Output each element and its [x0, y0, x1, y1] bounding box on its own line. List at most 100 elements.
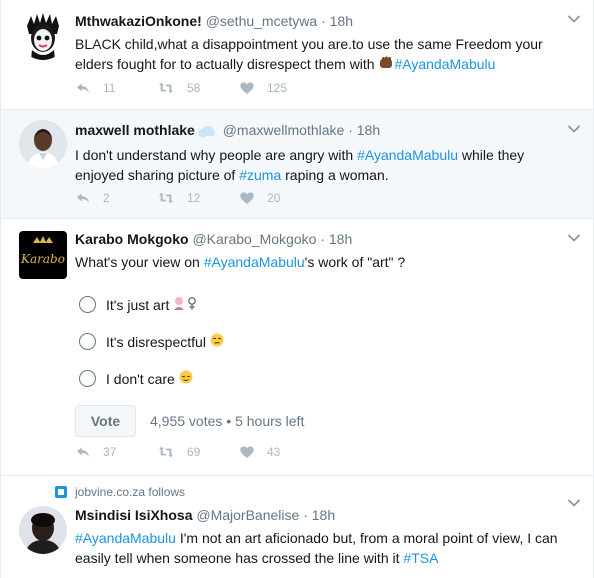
tweet-text-line: easily tell when someone has crossed the… — [75, 548, 563, 568]
poll-option[interactable]: It's just art — [75, 286, 563, 323]
reply-count: 11 — [103, 81, 116, 95]
username[interactable]: @MajorBanelise — [196, 507, 299, 523]
display-name[interactable]: Karabo Mokgoko — [75, 231, 189, 247]
social-context: jobvine.co.za follows — [55, 484, 563, 500]
separator: · — [320, 231, 325, 247]
poll: It's just art It's disrespectful I don't… — [75, 286, 563, 437]
chevron-down-icon[interactable] — [567, 496, 581, 510]
reply-count: 2 — [103, 191, 110, 205]
text-span: I'm not an art aficionado but, from a mo… — [175, 530, 558, 546]
display-name[interactable]: Msindisi IsiXhosa — [75, 507, 192, 523]
cloud-icon — [197, 123, 215, 141]
poll-option-label: It's disrespectful — [106, 333, 206, 350]
hashtag-link[interactable]: #AyandaMabulu — [357, 147, 458, 163]
display-name[interactable]: MthwakaziOnkone! — [75, 13, 202, 29]
tweet-text-line: BLACK child,what a disappointment you ar… — [75, 36, 543, 52]
text-span: enjoyed sharing picture of — [75, 167, 240, 183]
reply-icon — [75, 190, 91, 206]
tweet-text-line: I don't understand why people are angry … — [75, 145, 563, 165]
username[interactable]: @Karabo_Mokgoko — [192, 231, 316, 247]
poll-option[interactable]: It's disrespectful — [75, 323, 563, 360]
tweet-actions: 2 12 20 — [75, 190, 321, 206]
username[interactable]: @sethu_mcetywa — [206, 13, 317, 29]
tweet[interactable]: MthwakaziOnkone! @sethu_mcetywa · 18h BL… — [1, 0, 593, 110]
follows-text[interactable]: jobvine.co.za follows — [75, 485, 185, 499]
avatar-logo-text: Karabo — [20, 252, 65, 266]
tweet-text: What's your view on #AyandaMabulu's work… — [75, 252, 563, 272]
retweet-button[interactable]: 58 — [157, 80, 239, 96]
poll-radio[interactable] — [79, 333, 96, 350]
tweet-text: #AyandaMabulu I'm not an art aficionado … — [75, 528, 563, 568]
separator: · — [321, 13, 326, 29]
tweet-header: Karabo Mokgoko @Karabo_Mokgoko · 18h — [75, 230, 563, 248]
avatar[interactable] — [19, 506, 67, 554]
fist-emoji-icon — [378, 55, 394, 76]
tweet[interactable]: maxwell mothlake @maxwellmothlake · 18h … — [1, 110, 593, 219]
retweet-icon — [157, 190, 175, 206]
site-favicon-icon — [55, 486, 67, 498]
tweet-text-line: #AyandaMabulu I'm not an art aficionado … — [75, 528, 563, 548]
like-count: 43 — [267, 445, 281, 459]
text-span: elders fought for to actually disrespect… — [75, 56, 379, 72]
poll-radio[interactable] — [79, 370, 96, 387]
reply-button[interactable]: 37 — [75, 444, 157, 460]
like-button[interactable]: 43 — [239, 444, 321, 460]
hashtag-link[interactable]: #TSA — [403, 550, 438, 566]
tweet-header: maxwell mothlake @maxwellmothlake · 18h — [75, 121, 563, 141]
bullet-separator: • — [226, 413, 232, 429]
avatar[interactable] — [19, 120, 67, 168]
hashtag-link[interactable]: #zuma — [239, 167, 281, 183]
tweet[interactable]: jobvine.co.za follows Msindisi IsiXhosa … — [1, 476, 593, 578]
retweet-icon — [157, 80, 175, 96]
tweet-text: I don't understand why people are angry … — [75, 145, 563, 185]
person-female-emoji-icon — [173, 296, 199, 313]
hashtag-link[interactable]: #AyandaMabulu — [204, 254, 305, 270]
chevron-down-icon[interactable] — [567, 12, 581, 26]
retweet-count: 69 — [187, 445, 201, 459]
heart-icon — [239, 190, 255, 206]
hashtag-link[interactable]: #AyandaMabulu — [394, 56, 495, 72]
poll-status: 4,955 votes • 5 hours left — [150, 413, 304, 429]
text-span: raping a woman. — [281, 167, 389, 183]
username[interactable]: @maxwellmothlake — [223, 122, 345, 138]
text-span: 's work of "art" ? — [304, 254, 406, 270]
tweet-text: BLACK child,what a disappointment you ar… — [75, 34, 563, 76]
tweet-actions: 11 58 125 — [75, 80, 321, 96]
timestamp[interactable]: 18h — [330, 13, 353, 29]
retweet-icon — [157, 444, 175, 460]
tweet-actions: 37 69 43 — [75, 444, 321, 460]
chevron-down-icon[interactable] — [567, 231, 581, 245]
avatar[interactable]: Karabo — [19, 231, 67, 279]
reply-icon — [75, 444, 91, 460]
reply-button[interactable]: 11 — [75, 80, 157, 96]
vote-button[interactable]: Vote — [75, 405, 136, 437]
chevron-down-icon[interactable] — [567, 122, 581, 136]
poll-option[interactable]: I don't care — [75, 360, 563, 397]
timestamp[interactable]: 18h — [357, 122, 380, 138]
vote-count: 4,955 votes — [150, 413, 223, 429]
retweet-count: 12 — [187, 191, 201, 205]
poll-radio[interactable] — [79, 296, 96, 313]
timestamp[interactable]: 18h — [329, 231, 352, 247]
text-span: What's your view on — [75, 254, 204, 270]
reply-icon — [75, 80, 91, 96]
unamused-face-icon — [210, 333, 224, 350]
timeline: MthwakaziOnkone! @sethu_mcetywa · 18h BL… — [0, 0, 594, 578]
tweet[interactable]: Karabo Karabo Mokgoko @Karabo_Mokgoko · … — [1, 219, 593, 476]
poll-option-label: It's just art — [106, 296, 170, 313]
timestamp[interactable]: 18h — [312, 507, 335, 523]
retweet-button[interactable]: 69 — [157, 444, 239, 460]
like-button[interactable]: 125 — [239, 80, 321, 96]
hashtag-link[interactable]: #AyandaMabulu — [75, 530, 176, 546]
retweet-count: 58 — [187, 81, 201, 95]
tweet-text-line: enjoyed sharing picture of #zuma raping … — [75, 165, 563, 185]
reply-count: 37 — [103, 445, 117, 459]
tweet-text-line: elders fought for to actually disrespect… — [75, 54, 563, 76]
poll-option-label: I don't care — [106, 370, 175, 387]
display-name[interactable]: maxwell mothlake — [75, 122, 195, 138]
reply-button[interactable]: 2 — [75, 190, 157, 206]
like-button[interactable]: 20 — [239, 190, 321, 206]
retweet-button[interactable]: 12 — [157, 190, 239, 206]
separator: · — [303, 507, 308, 523]
avatar[interactable] — [19, 12, 67, 60]
